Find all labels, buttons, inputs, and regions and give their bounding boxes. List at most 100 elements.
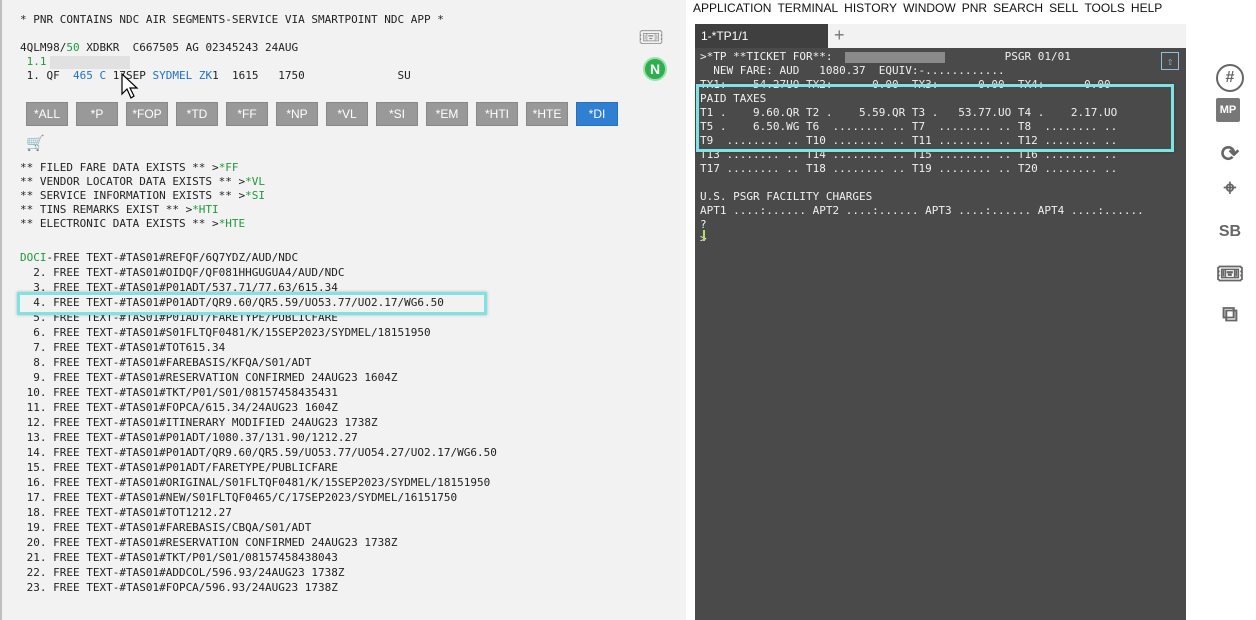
exists-link[interactable]: *VL: [245, 175, 265, 188]
redacted-name: [50, 56, 130, 69]
terminal-tab-bar: 1-*TP1/1 +: [695, 24, 1186, 48]
doci-item: 18. FREE TEXT-#TAS01#TOT1212.27: [20, 506, 497, 521]
text-cursor: [703, 230, 712, 241]
cmd-button-di[interactable]: *DI: [576, 102, 618, 126]
seg-flight[interactable]: 465 C: [73, 69, 106, 82]
exists-link[interactable]: *SI: [245, 189, 265, 202]
doci-text: 6. FREE TEXT-#TAS01#S01FLTQF0481/K/15SEP…: [20, 326, 431, 339]
cmd-button-vl[interactable]: *VL: [326, 102, 368, 126]
record-rest: XDBKR C667505 AG 02345243 24AUG: [79, 41, 299, 54]
menu-search[interactable]: SEARCH: [993, 0, 1043, 16]
add-tab-button[interactable]: +: [834, 24, 852, 48]
refresh-icon[interactable]: ⟳: [1216, 140, 1244, 168]
doci-text: 2. FREE TEXT-#TAS01#OIDQF/QF081HHGUGUA4/…: [20, 266, 345, 279]
doci-item: 20. FREE TEXT-#TAS01#RESERVATION CONFIRM…: [20, 536, 497, 551]
ticket-icon[interactable]: 🎟: [638, 24, 664, 50]
doci-item: 8. FREE TEXT-#TAS01#FAREBASIS/KFQA/S01/A…: [20, 356, 497, 371]
cmd-button-fop[interactable]: *FOP: [126, 102, 168, 126]
doci-label[interactable]: DOCI: [20, 251, 47, 264]
segment-line: 1. QF 465 C 17SEP SYDMEL ZK1 1615 1750 S…: [20, 69, 411, 82]
highlight-paid-taxes: [696, 84, 1174, 152]
menu-help[interactable]: HELP: [1131, 0, 1162, 16]
doci-item: 6. FREE TEXT-#TAS01#S01FLTQF0481/K/15SEP…: [20, 326, 497, 341]
cmd-button-td[interactable]: *TD: [176, 102, 218, 126]
doci-text: 20. FREE TEXT-#TAS01#RESERVATION CONFIRM…: [20, 536, 398, 549]
exists-line: ** TINS REMARKS EXIST ** >*HTI: [20, 203, 265, 217]
exists-list: ** FILED FARE DATA EXISTS ** >*FF ** VEND…: [20, 161, 265, 231]
cart-icon[interactable]: 🛒: [26, 134, 45, 152]
cmd-button-hte[interactable]: *HTE: [526, 102, 568, 126]
exists-text: ** VENDOR LOCATOR DATA EXISTS ** >: [20, 175, 246, 188]
terminal-line: APT1 ....:...... APT2 ....:...... APT3 .…: [700, 204, 1144, 217]
doci-text: 17. FREE TEXT-#TAS01#NEW/S01FLTQF0465/C/…: [20, 491, 458, 504]
seg-prefix: 1. QF: [20, 69, 73, 82]
sb-icon[interactable]: SB: [1216, 218, 1244, 246]
exists-link[interactable]: *HTI: [192, 203, 219, 216]
menu-bar: APPLICATION TERMINAL HISTORY WINDOW PNR SEARC…: [693, 0, 1162, 16]
mp-icon[interactable]: MP: [1216, 98, 1240, 122]
doci-item: 15. FREE TEXT-#TAS01#P01ADT/FARETYPE/PUB…: [20, 461, 497, 476]
ndc-n-badge[interactable]: N: [643, 57, 667, 81]
doci-text: 11. FREE TEXT-#TAS01#FOPCA/615.34/24AUG2…: [20, 401, 338, 414]
doci-text: 13. FREE TEXT-#TAS01#P01ADT/1080.37/131.…: [20, 431, 358, 444]
record-locator: 4QLM98/: [20, 41, 67, 54]
exists-link[interactable]: *HTE: [219, 217, 246, 230]
exists-text: ** TINS REMARKS EXIST ** >: [20, 203, 193, 216]
hotel-pin-icon[interactable]: ⌖: [1216, 174, 1244, 202]
exists-link[interactable]: *FF: [219, 161, 239, 174]
tab-tp1[interactable]: 1-*TP1/1: [695, 24, 828, 48]
ticket-icon[interactable]: 🎟: [1216, 260, 1244, 288]
doci-text: 9. FREE TEXT-#TAS01#RESERVATION CONFIRME…: [20, 371, 398, 384]
menu-window[interactable]: WINDOW: [903, 0, 956, 16]
right-toolbar: # MP ⟳ ⌖ SB 🎟 ⧉: [1200, 0, 1256, 620]
pnr-record-line: 4QLM98/50 XDBKR C667505 AG 02345243 24AU…: [20, 41, 298, 54]
scroll-to-top-icon[interactable]: ⇧: [1161, 52, 1179, 70]
doci-text: 15. FREE TEXT-#TAS01#P01ADT/FARETYPE/PUB…: [20, 461, 338, 474]
record-num: 50: [66, 41, 80, 54]
menu-application[interactable]: APPLICATION: [693, 0, 771, 16]
doci-item: 10. FREE TEXT-#TAS01#TKT/P01/S01/0815745…: [20, 386, 497, 401]
cmd-button-ff[interactable]: *FF: [226, 102, 268, 126]
doci-text: -FREE TEXT-#TAS01#REFQF/6Q7YDZ/AUD/NDC: [46, 251, 299, 264]
command-button-bar: *ALL *P *FOP *TD *FF *NP *VL *SI *EM *HTI *HTE *DI: [26, 102, 618, 126]
doci-item: 7. FREE TEXT-#TAS01#TOT615.34: [20, 341, 497, 356]
doci-text: 12. FREE TEXT-#TAS01#ITINERARY MODIFIED …: [20, 416, 378, 429]
menu-tools[interactable]: TOOLS: [1084, 0, 1124, 16]
terminal-line: U.S. PSGR FACILITY CHARGES: [700, 190, 873, 203]
doci-item: 17. FREE TEXT-#TAS01#NEW/S01FLTQF0465/C/…: [20, 491, 497, 506]
doci-item: 9. FREE TEXT-#TAS01#RESERVATION CONFIRME…: [20, 371, 497, 386]
doci-item: 16. FREE TEXT-#TAS01#ORIGINAL/S01FLTQF04…: [20, 476, 497, 491]
exists-line: ** ELECTRONIC DATA EXISTS ** >*HTE: [20, 217, 265, 231]
hash-icon[interactable]: #: [1216, 64, 1244, 92]
menu-sell[interactable]: SELL: [1049, 0, 1078, 16]
doci-text: 22. FREE TEXT-#TAS01#ADDCOL/596.93/24AUG…: [20, 566, 345, 579]
menu-terminal[interactable]: TERMINAL: [777, 0, 838, 16]
menu-history[interactable]: HISTORY: [844, 0, 897, 16]
exists-text: ** ELECTRONIC DATA EXISTS ** >: [20, 217, 219, 230]
cmd-button-p[interactable]: *P: [76, 102, 118, 126]
cmd-button-si[interactable]: *SI: [376, 102, 418, 126]
doci-text: 19. FREE TEXT-#TAS01#FAREBASIS/CBQA/S01/…: [20, 521, 312, 534]
doci-text: 18. FREE TEXT-#TAS01#TOT1212.27: [20, 506, 232, 519]
exists-line: ** SERVICE INFORMATION EXISTS ** >*SI: [20, 189, 265, 203]
menu-pnr[interactable]: PNR: [962, 0, 987, 16]
doci-text: 21. FREE TEXT-#TAS01#TKT/P01/S01/0815745…: [20, 551, 338, 564]
seg-rest: 1 1615 1750 SU: [212, 69, 411, 82]
mouse-cursor-icon: [121, 72, 139, 99]
doci-item: 23. FREE TEXT-#TAS01#FOPCA/596.93/24AUG2…: [20, 581, 497, 596]
doci-item: 2. FREE TEXT-#TAS01#OIDQF/QF081HHGUGUA4/…: [20, 266, 497, 281]
cmd-button-em[interactable]: *EM: [426, 102, 468, 126]
seg-route[interactable]: SYDMEL ZK: [152, 69, 212, 82]
cmd-button-hti[interactable]: *HTI: [476, 102, 518, 126]
cmd-button-np[interactable]: *NP: [276, 102, 318, 126]
doci-item: 22. FREE TEXT-#TAS01#ADDCOL/596.93/24AUG…: [20, 566, 497, 581]
passenger-name-line: 1.1: [20, 55, 47, 68]
ndc-header: * PNR CONTAINS NDC AIR SEGMENTS-SERVICE …: [20, 13, 444, 26]
exists-text: ** SERVICE INFORMATION EXISTS ** >: [20, 189, 246, 202]
exists-line: ** VENDOR LOCATOR DATA EXISTS ** >*VL: [20, 175, 265, 189]
doci-item: 19. FREE TEXT-#TAS01#FAREBASIS/CBQA/S01/…: [20, 521, 497, 536]
redacted-ticket-name: [845, 52, 945, 63]
cmd-button-all[interactable]: *ALL: [26, 102, 68, 126]
pnr-panel: * PNR CONTAINS NDC AIR SEGMENTS-SERVICE …: [0, 0, 686, 620]
external-link-icon[interactable]: ⧉: [1216, 300, 1244, 328]
